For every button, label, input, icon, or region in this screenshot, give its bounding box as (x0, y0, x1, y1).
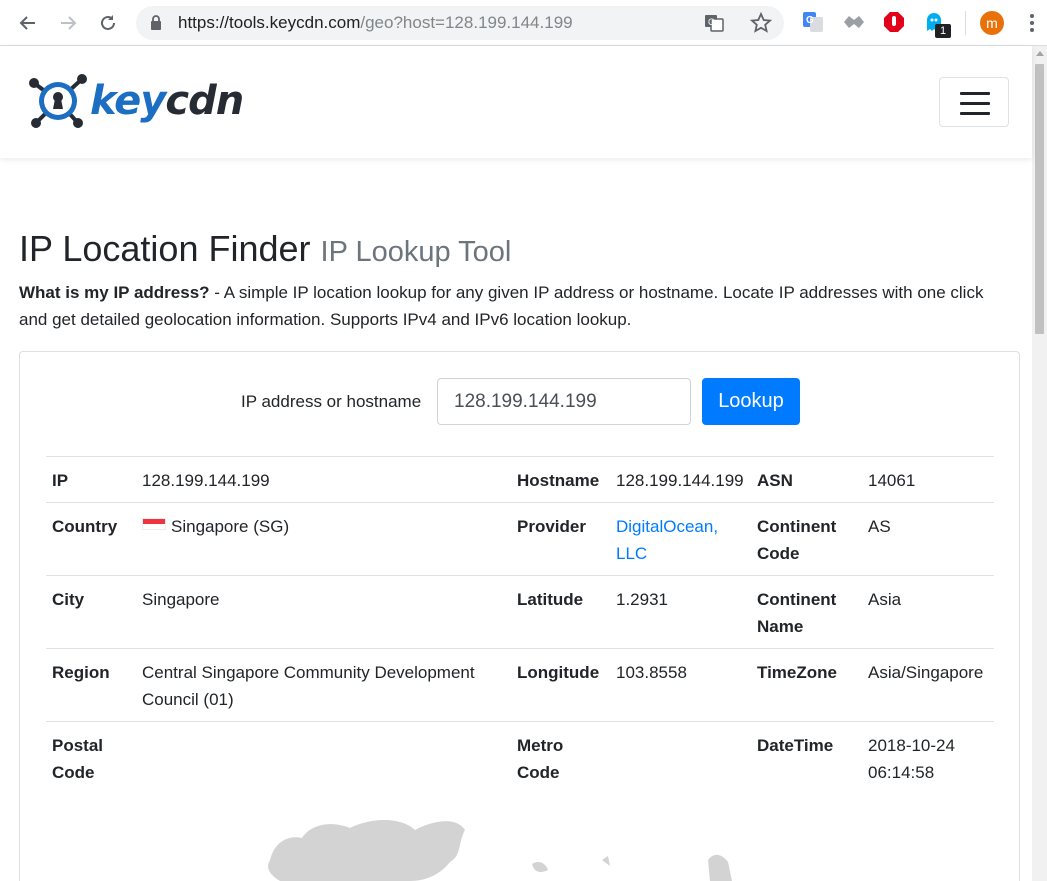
page-scrollbar[interactable] (1032, 46, 1047, 881)
continent-name-label: Continent Name (751, 575, 862, 649)
translate-icon[interactable]: G (704, 13, 724, 38)
lookup-button[interactable]: Lookup (702, 378, 800, 425)
browser-toolbar: https://tools.keycdn.com/geo?host=128.19… (0, 0, 1047, 46)
country-label: Country (46, 502, 136, 576)
singapore-flag-icon (142, 518, 166, 530)
adblock-extension-icon[interactable] (881, 9, 907, 35)
svg-text:G: G (806, 15, 814, 26)
metro-code-label: Metro Code (511, 721, 610, 794)
ip-input[interactable] (437, 378, 691, 425)
timezone-value: Asia/Singapore (862, 648, 994, 722)
table-row: Country Singapore (SG) Provider DigitalO… (46, 502, 994, 576)
timezone-label: TimeZone (751, 648, 862, 722)
provider-label: Provider (511, 502, 610, 576)
continent-code-value: AS (862, 502, 994, 576)
logo-wordmark: keycdn (90, 78, 244, 124)
postal-code-value (136, 721, 511, 794)
datetime-value: 2018-10-24 06:14:58 (862, 721, 994, 794)
asn-value: 14061 (862, 456, 994, 503)
longitude-value: 103.8558 (610, 648, 751, 722)
keycdn-logo-icon (29, 74, 87, 128)
page-title: IP Location Finder IP Lookup Tool (19, 228, 512, 269)
svg-text:G: G (708, 17, 715, 27)
handshake-extension-icon[interactable] (841, 9, 867, 35)
hostname-value: 128.199.144.199 (610, 456, 751, 503)
lock-icon (150, 15, 162, 35)
geo-table: IP 128.199.144.199 Hostname 128.199.144.… (46, 456, 994, 794)
forward-icon[interactable] (54, 9, 82, 37)
table-row: IP 128.199.144.199 Hostname 128.199.144.… (46, 456, 994, 503)
reload-icon[interactable] (94, 9, 122, 37)
metro-code-value (610, 721, 751, 794)
datetime-label: DateTime (751, 721, 862, 794)
url-text: https://tools.keycdn.com/geo?host=128.19… (178, 13, 573, 32)
location-map[interactable] (240, 800, 760, 881)
hostname-label: Hostname (511, 456, 610, 503)
continent-name-value: Asia (862, 575, 994, 649)
table-row: City Singapore Latitude 1.2931 Continent… (46, 575, 994, 649)
region-value: Central Singapore Community Development … (136, 648, 511, 722)
country-value: Singapore (SG) (136, 502, 511, 576)
table-row: Region Central Singapore Community Devel… (46, 648, 994, 722)
keycdn-logo[interactable]: keycdn (28, 70, 244, 132)
extension-badge: 1 (935, 24, 951, 38)
map-landmass (268, 820, 465, 881)
profile-avatar[interactable]: m (980, 11, 1004, 35)
menu-toggle-button[interactable] (939, 77, 1009, 127)
ip-value: 128.199.144.199 (136, 456, 511, 503)
postal-code-label: Postal Code (46, 721, 136, 794)
hamburger-bar (960, 102, 990, 105)
page-subtitle: IP Lookup Tool (320, 236, 512, 268)
hamburger-bar (960, 112, 990, 115)
map-landmass (708, 854, 732, 881)
asn-label: ASN (751, 456, 862, 503)
scrollbar-thumb[interactable] (1035, 64, 1044, 334)
ip-label: IP (46, 456, 136, 503)
latitude-label: Latitude (511, 575, 610, 649)
provider-link[interactable]: DigitalOcean, LLC (616, 517, 718, 563)
region-label: Region (46, 648, 136, 722)
provider-value: DigitalOcean, LLC (610, 502, 751, 576)
google-translate-extension-icon[interactable]: G (800, 9, 826, 35)
longitude-label: Longitude (511, 648, 610, 722)
toolbar-divider (965, 11, 966, 35)
continent-code-label: Continent Code (751, 502, 862, 576)
ip-input-label: IP address or hostname (241, 392, 422, 411)
hamburger-bar (960, 92, 990, 95)
site-header: keycdn (0, 46, 1032, 158)
address-bar[interactable]: https://tools.keycdn.com/geo?host=128.19… (136, 6, 784, 40)
map-landmass (532, 862, 548, 872)
latitude-value: 1.2931 (610, 575, 751, 649)
scroll-up-arrow[interactable] (1036, 51, 1044, 56)
city-value: Singapore (136, 575, 511, 649)
city-label: City (46, 575, 136, 649)
back-icon[interactable] (14, 9, 42, 37)
table-row: Postal Code Metro Code DateTime 2018-10-… (46, 721, 994, 794)
map-landmass (602, 856, 610, 866)
intro-text: What is my IP address? - A simple IP loc… (19, 283, 984, 329)
bookmark-star-icon[interactable] (749, 11, 773, 39)
browser-menu-icon[interactable] (1022, 11, 1042, 35)
